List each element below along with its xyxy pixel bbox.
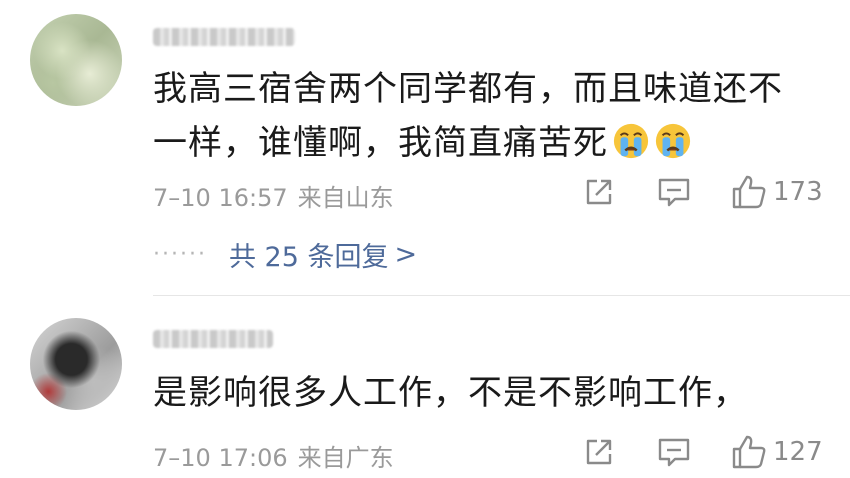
like-count: 127	[773, 437, 823, 467]
comment-meta: 7–10 17:06 来自广东 127	[153, 432, 823, 472]
thumbs-up-icon	[732, 435, 766, 469]
reply-button[interactable]	[657, 172, 691, 212]
comment-text-line: 是影响很多人工作，不是不影响工作，	[153, 373, 748, 413]
like-count: 173	[773, 177, 823, 207]
crying-face-icon	[655, 123, 691, 159]
location-text: 来自山东	[297, 184, 394, 212]
reply-icon	[658, 178, 690, 207]
view-replies-link[interactable]: ······ 共 25 条回复 >	[153, 234, 417, 274]
username-blurred[interactable]	[153, 330, 273, 348]
reply-icon	[658, 438, 690, 467]
replies-count-label: 共 25 条回复	[228, 241, 389, 273]
comment-meta: 7–10 16:57 来自山东 173	[153, 172, 823, 212]
crying-face-icon	[613, 123, 649, 159]
share-icon	[586, 179, 612, 205]
avatar[interactable]	[30, 318, 122, 410]
like-button[interactable]: 173	[731, 172, 823, 212]
comment-text: 是影响很多人工作，不是不影响工作，	[153, 366, 813, 420]
reply-button[interactable]	[657, 432, 691, 472]
avatar[interactable]	[30, 14, 122, 106]
comment-timestamp: 7–10 16:57 来自山东	[153, 178, 394, 213]
thumbs-up-icon	[732, 175, 766, 209]
comment-text-line: 我高三宿舍两个同学都有，而且味道还不	[153, 69, 783, 109]
share-button[interactable]	[583, 432, 615, 472]
username-blurred[interactable]	[153, 28, 295, 46]
share-button[interactable]	[583, 172, 615, 212]
dots-separator: ······	[153, 241, 207, 267]
comment-list: 我高三宿舍两个同学都有，而且味道还不 一样，谁懂啊，我简直痛苦死 7–10 16…	[0, 0, 850, 478]
like-button[interactable]: 127	[731, 432, 823, 472]
comment-text-line: 一样，谁懂啊，我简直痛苦死	[153, 116, 813, 170]
location-text: 来自广东	[297, 444, 394, 472]
comment-text-fragment: 一样，谁懂啊，我简直痛苦死	[153, 123, 608, 163]
comment-timestamp: 7–10 17:06 来自广东	[153, 438, 394, 473]
comment-text: 我高三宿舍两个同学都有，而且味道还不 一样，谁懂啊，我简直痛苦死	[153, 62, 813, 170]
chevron-right-icon: >	[394, 238, 418, 270]
comment-item: 我高三宿舍两个同学都有，而且味道还不 一样，谁懂啊，我简直痛苦死 7–10 16…	[0, 0, 850, 296]
comment-item: 是影响很多人工作，不是不影响工作， 7–10 17:06 来自广东 127	[0, 296, 850, 478]
time-text: 7–10 16:57	[153, 184, 288, 212]
share-icon	[586, 439, 612, 465]
time-text: 7–10 17:06	[153, 444, 288, 472]
